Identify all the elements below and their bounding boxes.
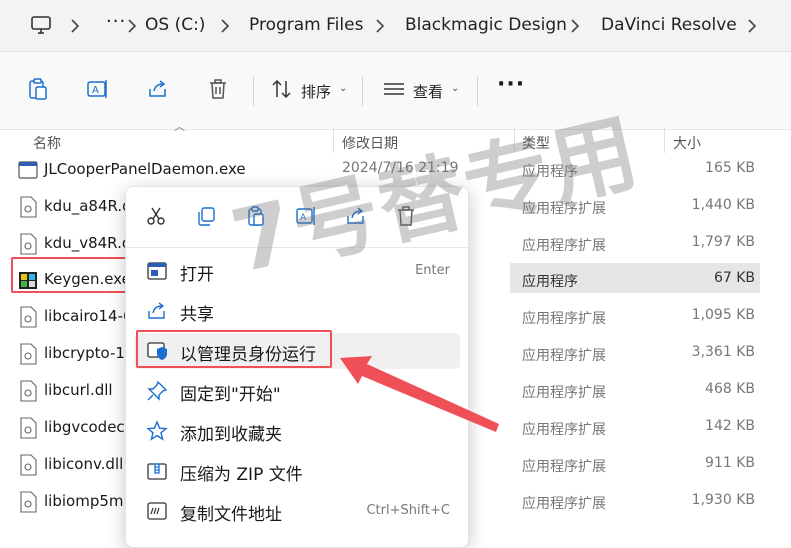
pin-icon	[147, 380, 168, 401]
menu-item-shortcut: Enter	[415, 263, 450, 278]
rename-icon[interactable]: A	[86, 77, 110, 101]
menu-item-copy-as-path[interactable]: 复制文件地址 Ctrl+Shift+C	[134, 493, 460, 529]
share-icon[interactable]	[146, 77, 170, 101]
view-button[interactable]: 查看	[413, 81, 443, 102]
menu-item-label: 压缩为 ZIP 文件	[180, 465, 303, 485]
copy-path-icon	[147, 502, 167, 520]
cut-icon[interactable]	[145, 205, 167, 227]
sort-button[interactable]: 排序	[301, 81, 331, 102]
file-size: 142 KB	[705, 418, 755, 434]
sort-ascending-icon: ︿	[174, 120, 185, 133]
sort-icon[interactable]	[270, 77, 294, 101]
address-bar: ··· OS (C:) Program Files Blackmagic Des…	[0, 0, 791, 52]
file-size: 1,095 KB	[691, 307, 755, 323]
dll-icon	[20, 196, 37, 218]
file-size: 468 KB	[705, 381, 755, 397]
file-type: 应用程序	[522, 274, 578, 290]
menu-item-label: 复制文件地址	[180, 505, 282, 525]
toolbar-divider	[253, 76, 254, 106]
breadcrumb-item-blackmagic-design[interactable]: Blackmagic Design	[405, 15, 567, 35]
column-divider[interactable]	[664, 127, 665, 153]
file-type: 应用程序扩展	[522, 422, 606, 438]
file-type: 应用程序扩展	[522, 459, 606, 475]
file-type: 应用程序扩展	[522, 385, 606, 401]
dll-icon	[20, 233, 37, 255]
menu-item-add-to-favorites[interactable]: 添加到收藏夹	[134, 413, 460, 449]
delete-icon[interactable]	[206, 77, 230, 101]
file-type: 应用程序扩展	[522, 496, 606, 512]
chevron-right-icon[interactable]	[216, 17, 234, 35]
chevron-right-icon[interactable]	[371, 17, 389, 35]
annotation-box-keygen	[11, 257, 129, 293]
copy-icon[interactable]	[195, 205, 217, 227]
this-pc-icon[interactable]	[30, 14, 52, 36]
menu-item-compress-zip[interactable]: 压缩为 ZIP 文件	[134, 453, 460, 489]
chevron-down-icon[interactable]: ⌄	[339, 83, 347, 94]
file-type: 应用程序扩展	[522, 348, 606, 364]
file-name: JLCooperPanelDaemon.exe	[44, 160, 246, 178]
dll-icon	[20, 491, 37, 513]
chevron-right-icon[interactable]	[66, 17, 84, 35]
file-name: kdu_a84R.d	[44, 197, 132, 215]
exe-icon	[18, 161, 38, 179]
dll-icon	[20, 380, 37, 402]
zip-icon	[147, 463, 167, 480]
file-name: libcurl.dll	[44, 381, 113, 399]
chevron-right-icon[interactable]	[123, 17, 141, 35]
app-window-icon	[147, 262, 167, 280]
column-header-name[interactable]: 名称	[33, 133, 61, 153]
file-size: 1,797 KB	[691, 234, 755, 250]
menu-item-label: 添加到收藏夹	[180, 425, 282, 445]
toolbar-divider	[477, 76, 478, 106]
command-bar: A 排序 ⌄ 查看 ⌄ ···	[0, 52, 791, 130]
dll-icon	[20, 417, 37, 439]
file-name: libcairo14-6	[44, 307, 133, 325]
share-icon	[148, 302, 165, 319]
file-name: libiomp5m	[44, 492, 124, 510]
column-header-size[interactable]: 大小	[673, 133, 701, 153]
dll-icon	[20, 306, 37, 328]
menu-item-shortcut: Ctrl+Shift+C	[366, 503, 450, 518]
file-size: 911 KB	[705, 455, 755, 471]
more-options-button[interactable]: ···	[497, 72, 525, 97]
menu-item-label: 固定到"开始"	[180, 385, 281, 405]
chevron-down-icon[interactable]: ⌄	[451, 83, 459, 94]
chevron-right-icon[interactable]	[566, 17, 584, 35]
dll-icon	[20, 343, 37, 365]
dll-icon	[20, 454, 37, 476]
file-size: 1,930 KB	[691, 492, 755, 508]
menu-item-label: 共享	[180, 305, 214, 325]
chevron-right-icon[interactable]	[743, 17, 761, 35]
file-name: libiconv.dll	[44, 455, 124, 473]
breadcrumb-item-program-files[interactable]: Program Files	[249, 15, 363, 35]
file-size: 165 KB	[705, 160, 755, 176]
file-size: 1,440 KB	[691, 197, 755, 213]
svg-text:A: A	[92, 85, 99, 96]
menu-item-pin-to-start[interactable]: 固定到"开始"	[134, 373, 460, 409]
breadcrumb-item-os-c[interactable]: OS (C:)	[145, 15, 205, 35]
file-name: libcrypto-1_	[44, 344, 133, 362]
star-icon	[146, 420, 168, 441]
toolbar-divider	[362, 76, 363, 106]
annotation-box-run-as-admin	[136, 330, 332, 368]
file-size: 67 KB	[713, 270, 755, 286]
view-icon[interactable]	[382, 77, 406, 101]
menu-item-share[interactable]: 共享	[134, 293, 460, 329]
menu-item-label: 打开	[180, 265, 214, 285]
paste-icon[interactable]	[26, 77, 50, 101]
file-type: 应用程序扩展	[522, 311, 606, 327]
file-name: libgvcodec	[44, 418, 125, 436]
breadcrumb-item-davinci-resolve[interactable]: DaVinci Resolve	[601, 15, 737, 35]
file-type: 应用程序扩展	[522, 238, 606, 254]
file-size: 3,361 KB	[691, 344, 755, 360]
file-name: kdu_v84R.d	[44, 234, 132, 252]
